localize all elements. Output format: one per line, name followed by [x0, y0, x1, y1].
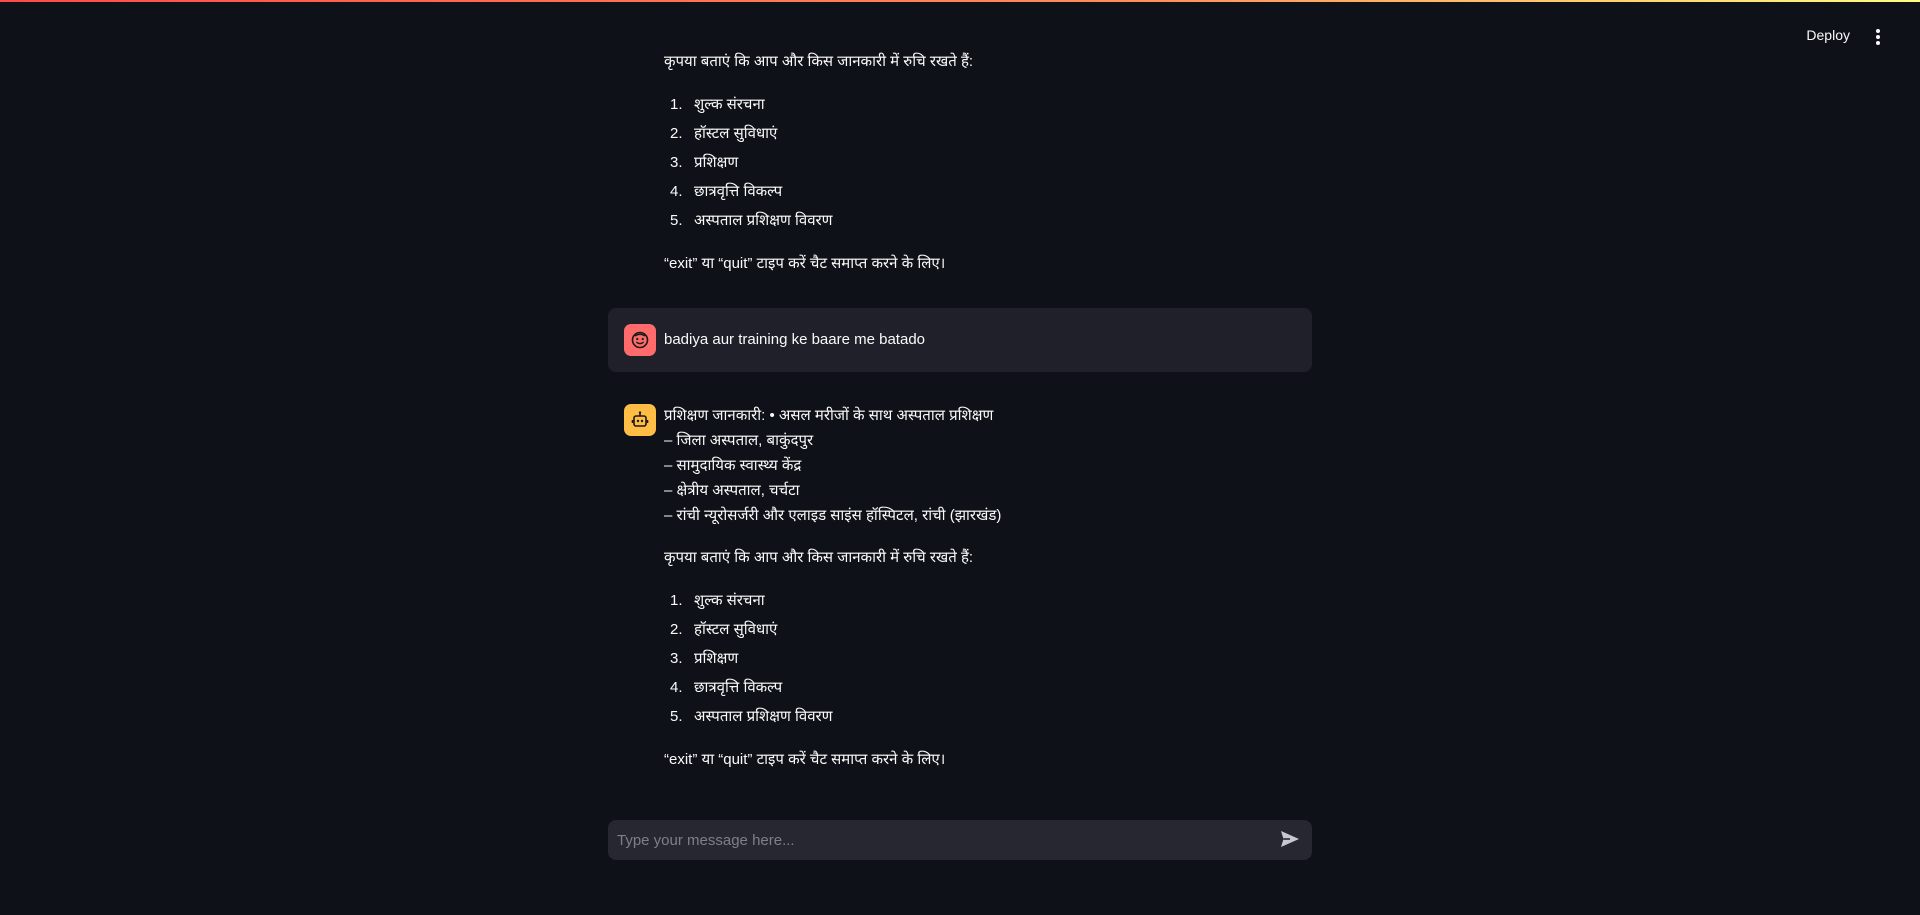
- assistant-message: प्रशिक्षण जानकारी: • असल मरीजों के साथ अ…: [608, 390, 1312, 790]
- list-item: 5. अस्पताल प्रशिक्षण विवरण: [670, 708, 833, 725]
- send-icon: [1279, 831, 1301, 852]
- exit-instruction: “exit” या “quit” टाइप करें चैट समाप्त कर…: [664, 751, 946, 768]
- list-item: 4. छात्रवृत्ति विकल्प: [670, 679, 783, 696]
- training-line: – सामुदायिक स्वास्थ्य केंद्र: [664, 457, 802, 474]
- list-item: 1. शुल्क संरचना: [670, 592, 765, 609]
- list-item: 2. हॉस्टल सुविधाएं: [670, 125, 778, 142]
- chat-input[interactable]: [608, 820, 1248, 860]
- message-content: कृपया बताएं कि आप और किस जानकारी में रुच…: [664, 49, 1296, 276]
- message-content: प्रशिक्षण जानकारी: • असल मरीजों के साथ अ…: [664, 403, 1296, 772]
- robot-icon: [624, 404, 656, 436]
- list-item: 5. अस्पताल प्रशिक्षण विवरण: [670, 212, 833, 229]
- chat-message-list[interactable]: कृपया बताएं कि आप और किस जानकारी में रुच…: [608, 0, 1312, 805]
- options-prompt: कृपया बताएं कि आप और किस जानकारी में रुच…: [664, 549, 974, 566]
- options-prompt: कृपया बताएं कि आप और किस जानकारी में रुच…: [664, 53, 974, 70]
- list-item: 3. प्रशिक्षण: [670, 154, 739, 171]
- list-item: 1. शुल्क संरचना: [670, 96, 765, 113]
- options-list: 1. शुल्क संरचना 2. हॉस्टल सुविधाएं 3. प्रशि…: [664, 90, 1296, 235]
- training-info: प्रशिक्षण जानकारी: • असल मरीजों के साथ अ…: [664, 403, 1296, 528]
- options-list: 1. शुल्क संरचना 2. हॉस्टल सुविधाएं 3. प्रशि…: [664, 586, 1296, 731]
- list-item: 2. हॉस्टल सुविधाएं: [670, 621, 778, 638]
- training-line: – रांची न्यूरोसर्जरी और एलाइड साइंस हॉस्…: [664, 507, 1002, 524]
- training-line: प्रशिक्षण जानकारी: • असल मरीजों के साथ अ…: [664, 407, 994, 424]
- user-message: badiya aur training ke baare me batado: [608, 308, 1312, 372]
- deploy-button[interactable]: Deploy: [1806, 27, 1850, 43]
- assistant-message-previous: कृपया बताएं कि आप और किस जानकारी में रुच…: [608, 0, 1312, 290]
- list-item: 4. छात्रवृत्ति विकल्प: [670, 183, 783, 200]
- training-line: – जिला अस्पताल, बाकुंदपुर: [664, 432, 814, 449]
- more-vertical-icon[interactable]: [1868, 26, 1888, 48]
- app-header: Deploy: [1520, 2, 1920, 70]
- list-item: 3. प्रशिक्षण: [670, 650, 739, 667]
- send-button[interactable]: [1278, 829, 1302, 851]
- exit-instruction: “exit” या “quit” टाइप करें चैट समाप्त कर…: [664, 255, 946, 272]
- user-message-text: badiya aur training ke baare me batado: [664, 331, 926, 348]
- training-line: – क्षेत्रीय अस्पताल, चर्चटा: [664, 482, 800, 499]
- user-face-icon: [624, 324, 656, 356]
- chat-input-container: [608, 820, 1312, 860]
